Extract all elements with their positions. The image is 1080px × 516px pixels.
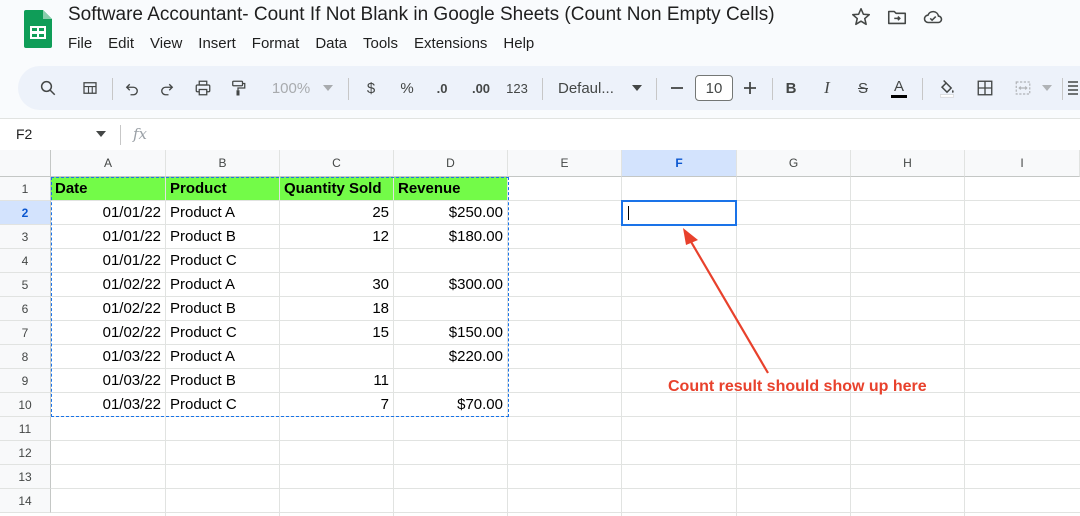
annotation-text: Count result should show up here bbox=[668, 378, 927, 395]
annotation-arrow bbox=[683, 228, 769, 374]
